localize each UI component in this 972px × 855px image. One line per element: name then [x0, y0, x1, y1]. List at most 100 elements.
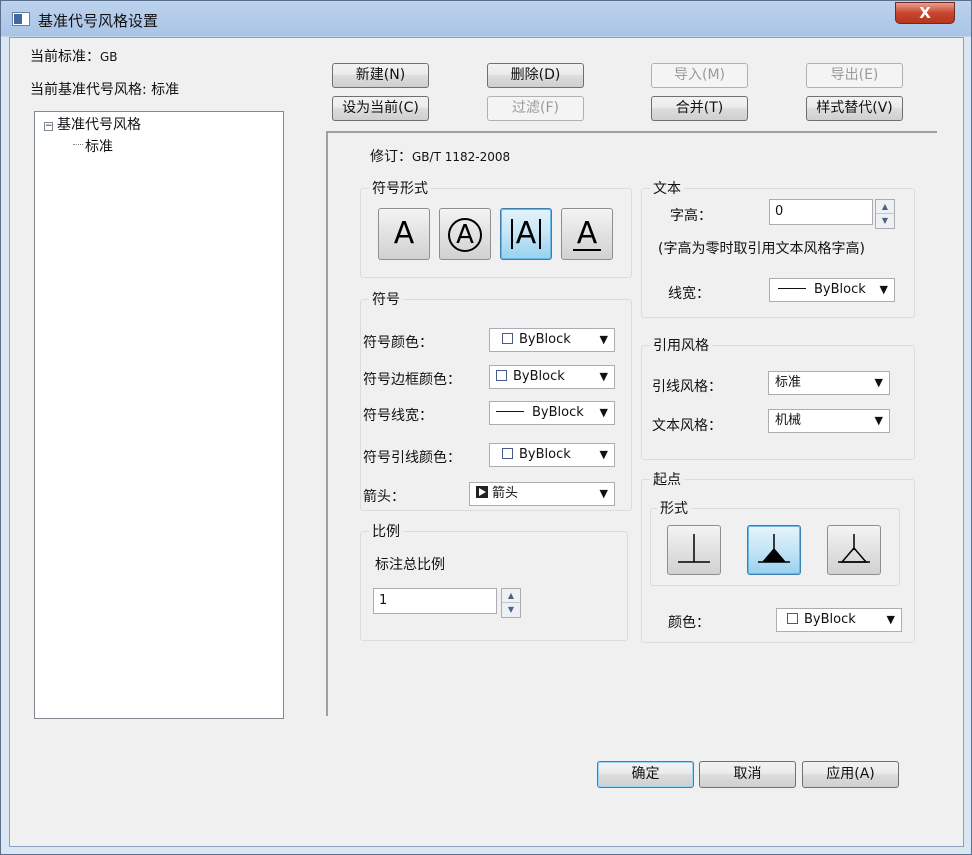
- tree-root[interactable]: 基准代号风格: [57, 114, 141, 134]
- tree-item-standard[interactable]: 标准: [85, 136, 113, 156]
- symbol-frame-color-value: ByBlock: [513, 369, 565, 384]
- close-button[interactable]: X: [895, 2, 955, 24]
- dropdown-arrow-icon: ▼: [599, 448, 608, 461]
- start-form-perpendicular-button[interactable]: [667, 525, 721, 575]
- dropdown-arrow-icon: ▼: [874, 376, 883, 389]
- current-style: 当前基准代号风格: 标准: [30, 79, 179, 99]
- symbol-form-title: 符号形式: [369, 178, 431, 198]
- symbol-frame-color-label: 符号边框颜色：: [363, 372, 461, 388]
- arrow-select[interactable]: 箭头 ▼: [469, 482, 615, 506]
- revision-label: 修订：: [370, 149, 412, 165]
- start-point-group: 起点 形式 颜色： ByBlock ▼: [641, 469, 915, 643]
- delete-button[interactable]: 删除(D): [487, 63, 584, 88]
- symbol-leader-color-label: 符号引线颜色：: [363, 450, 461, 466]
- color-swatch-icon: [496, 370, 507, 381]
- dropdown-arrow-icon: ▼: [599, 333, 608, 346]
- text-height-label: 字高：: [670, 208, 712, 224]
- dialog-window: 基准代号风格设置 X 当前标准：GB 当前基准代号风格: 标准 − 基准代号风格…: [0, 0, 972, 855]
- color-swatch-icon: [787, 613, 798, 624]
- symbol-form-circled-label: A: [448, 218, 482, 252]
- scale-label: 标注总比例: [375, 557, 445, 573]
- text-height-note: (字高为零时取引用文本风格字高): [658, 241, 865, 257]
- leader-style-value: 标准: [775, 375, 802, 390]
- ok-button[interactable]: 确定: [597, 761, 694, 788]
- start-color-select[interactable]: ByBlock ▼: [776, 608, 902, 632]
- symbol-form-boxed-button[interactable]: A: [500, 208, 552, 260]
- symbol-form-underline-button[interactable]: A: [561, 208, 613, 260]
- text-group: 文本 字高： 0 ▲ ▼ (字高为零时取引用文本风格字高) 线宽： ByBlock…: [641, 178, 915, 318]
- symbol-line-width-value: ByBlock: [532, 405, 584, 420]
- symbol-leader-color-select[interactable]: ByBlock ▼: [489, 443, 615, 467]
- start-point-title: 起点: [650, 469, 684, 489]
- text-line-width-value: ByBlock: [814, 282, 866, 297]
- tree-connector: [73, 144, 83, 145]
- symbol-form-group: 符号形式 A A A A: [360, 178, 632, 278]
- text-height-input[interactable]: 0: [769, 199, 873, 225]
- style-replace-button[interactable]: 样式替代(V): [806, 96, 903, 121]
- dropdown-arrow-icon: ▼: [599, 406, 608, 419]
- tree-collapse-icon[interactable]: −: [44, 122, 53, 131]
- import-button[interactable]: 导入(M): [651, 63, 748, 88]
- settings-panel: 修订：GB/T 1182-2008 符号形式 A A A A 符号 符号颜色： …: [326, 131, 937, 716]
- text-line-width-label: 线宽：: [668, 286, 710, 302]
- text-style-value: 机械: [775, 413, 802, 428]
- export-button[interactable]: 导出(E): [806, 63, 903, 88]
- spin-down-icon[interactable]: ▼: [502, 603, 520, 617]
- symbol-color-select[interactable]: ByBlock ▼: [489, 328, 615, 352]
- style-tree[interactable]: − 基准代号风格 标准: [34, 111, 284, 719]
- current-standard-value: GB: [100, 50, 118, 64]
- ref-style-title: 引用风格: [650, 335, 712, 355]
- dropdown-arrow-icon: ▼: [599, 487, 608, 500]
- title-bar[interactable]: 基准代号风格设置 X: [1, 1, 971, 37]
- new-button[interactable]: 新建(N): [332, 63, 429, 88]
- start-color-value: ByBlock: [804, 612, 856, 627]
- current-style-label: 当前基准代号风格:: [30, 82, 147, 98]
- dialog-client: 当前标准：GB 当前基准代号风格: 标准 − 基准代号风格 标准 新建(N) 删…: [9, 37, 964, 847]
- set-current-button[interactable]: 设为当前(C): [332, 96, 429, 121]
- start-form-group: 形式: [650, 498, 900, 586]
- start-form-title: 形式: [657, 498, 691, 518]
- start-color-label: 颜色：: [668, 615, 710, 631]
- symbol-leader-color-value: ByBlock: [519, 447, 571, 462]
- symbol-form-circled-button[interactable]: A: [439, 208, 491, 260]
- scale-spinner[interactable]: ▲ ▼: [501, 588, 521, 618]
- current-standard-label: 当前标准：: [30, 49, 100, 65]
- filter-button[interactable]: 过滤(F): [487, 96, 584, 121]
- symbol-line-width-select[interactable]: ByBlock ▼: [489, 401, 615, 425]
- spin-up-icon[interactable]: ▲: [502, 589, 520, 603]
- apply-button[interactable]: 应用(A): [802, 761, 899, 788]
- filled-triangle-icon: [758, 534, 790, 563]
- text-height-spinner[interactable]: ▲ ▼: [875, 199, 895, 229]
- symbol-frame-color-select[interactable]: ByBlock ▼: [489, 365, 615, 389]
- text-style-select[interactable]: 机械 ▼: [768, 409, 890, 433]
- symbol-color-value: ByBlock: [519, 332, 571, 347]
- symbol-line-width-label: 符号线宽：: [363, 408, 433, 424]
- ref-style-group: 引用风格 引线风格： 标准 ▼ 文本风格： 机械 ▼: [641, 335, 915, 460]
- symbol-group: 符号 符号颜色： ByBlock ▼ 符号边框颜色： ByBlock ▼ 符号线宽：…: [360, 289, 632, 511]
- color-swatch-icon: [502, 448, 513, 459]
- text-line-width-select[interactable]: ByBlock ▼: [769, 278, 895, 302]
- revision: 修订：GB/T 1182-2008: [370, 146, 510, 166]
- cancel-button[interactable]: 取消: [699, 761, 796, 788]
- dropdown-arrow-icon: ▼: [886, 613, 895, 626]
- symbol-form-boxed-label: A: [510, 219, 542, 249]
- spin-up-icon[interactable]: ▲: [876, 200, 894, 214]
- symbol-form-underline-label: A: [572, 219, 602, 251]
- symbol-form-plain-button[interactable]: A: [378, 208, 430, 260]
- scale-input[interactable]: 1: [373, 588, 497, 614]
- symbol-title: 符号: [369, 289, 403, 309]
- start-form-open-triangle-button[interactable]: [827, 525, 881, 575]
- arrow-value: 箭头: [492, 486, 519, 501]
- app-icon: [12, 12, 30, 26]
- current-style-value: 标准: [151, 82, 180, 98]
- symbol-color-label: 符号颜色：: [363, 335, 433, 351]
- arrow-label: 箭头：: [363, 489, 405, 505]
- spin-down-icon[interactable]: ▼: [876, 214, 894, 228]
- text-style-label: 文本风格：: [652, 418, 722, 434]
- arrow-icon: [476, 486, 488, 498]
- symbol-form-plain-label: A: [393, 216, 415, 251]
- merge-button[interactable]: 合并(T): [651, 96, 748, 121]
- leader-style-select[interactable]: 标准 ▼: [768, 371, 890, 395]
- start-form-filled-triangle-button[interactable]: [747, 525, 801, 575]
- color-swatch-icon: [502, 333, 513, 344]
